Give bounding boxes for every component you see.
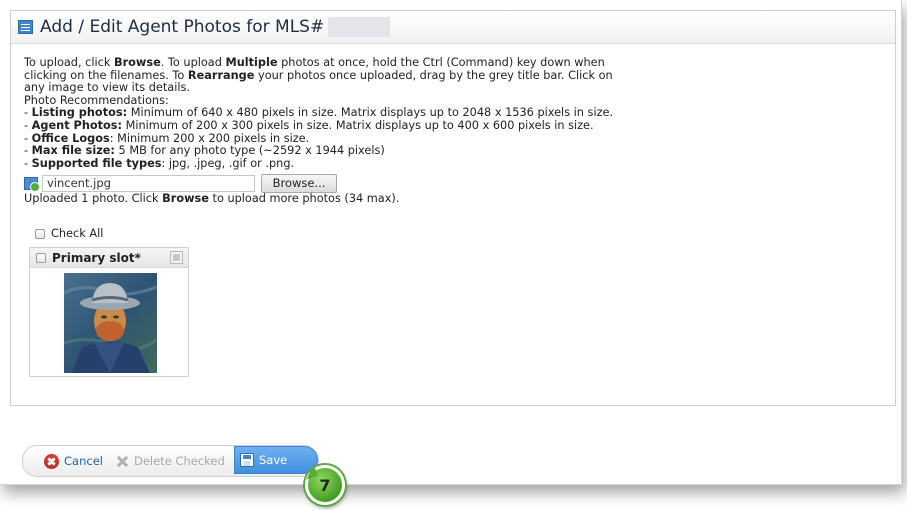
- photo-slot[interactable]: Primary slot*: [29, 247, 189, 377]
- portrait-thumbnail: [64, 273, 157, 373]
- delete-x-icon: [116, 455, 129, 468]
- step-callout-badge: 7: [305, 465, 345, 505]
- upload-instructions: To upload, click Browse. To upload Multi…: [24, 56, 613, 95]
- check-all-row[interactable]: Check All: [35, 227, 103, 240]
- upload-status: Uploaded 1 photo. Click Browse to upload…: [24, 192, 400, 206]
- check-all-label: Check All: [51, 227, 104, 240]
- save-disk-icon: [240, 453, 254, 467]
- browse-button[interactable]: Browse...: [261, 173, 337, 193]
- photo-dialog: Add / Edit Agent Photos for MLS# To uplo…: [0, 0, 902, 485]
- delete-checked-button[interactable]: Delete Checked: [112, 448, 229, 474]
- mls-number-redacted: [328, 17, 391, 37]
- photo-thumbnail[interactable]: [64, 273, 157, 373]
- file-input[interactable]: [42, 174, 255, 192]
- photo-slot-checkbox[interactable]: [36, 252, 46, 263]
- cancel-button[interactable]: Cancel: [40, 448, 107, 474]
- recommendation-item: - Supported file types: jpg, .jpeg, .gif…: [24, 156, 295, 170]
- check-all-checkbox[interactable]: [35, 228, 45, 239]
- image-upload-icon: [24, 176, 40, 192]
- instructions: To upload, click Browse. To upload Multi…: [11, 44, 895, 206]
- action-bar: Cancel Delete Checked Save: [22, 445, 319, 477]
- recommendations-list: - Listing photos: Minimum of 640 x 480 p…: [24, 107, 883, 170]
- form-icon: [18, 20, 33, 34]
- upload-row: Browse...: [24, 173, 883, 193]
- photo-slot-title-bar[interactable]: Primary slot*: [30, 248, 188, 268]
- dialog-title: Add / Edit Agent Photos for MLS#: [40, 17, 325, 37]
- dialog-header: Add / Edit Agent Photos for MLS#: [11, 11, 895, 44]
- photo-slot-label: Primary slot*: [52, 250, 141, 265]
- cancel-icon: [44, 453, 59, 469]
- enlarge-icon[interactable]: [170, 251, 183, 264]
